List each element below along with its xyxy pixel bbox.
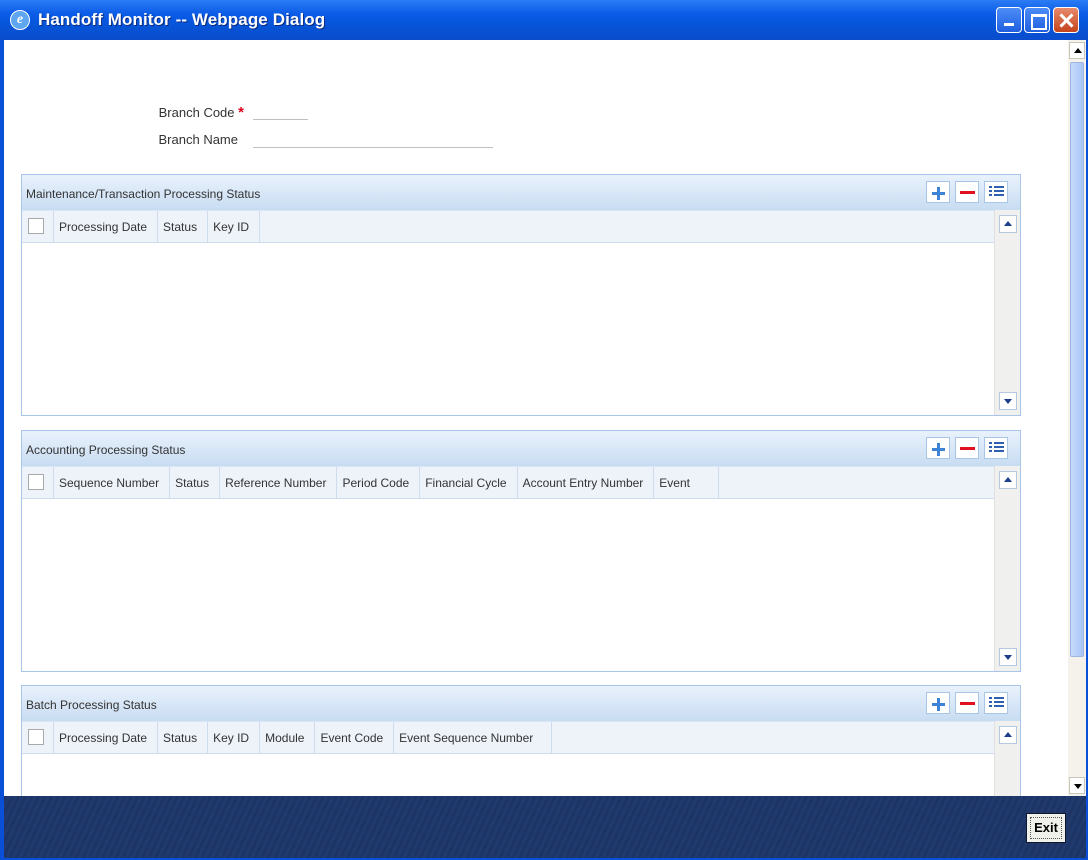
branch-code-input[interactable] [253, 102, 308, 120]
scroll-down-icon[interactable] [999, 392, 1017, 410]
column-header: Module [260, 722, 316, 754]
dialog-window: e Handoff Monitor -- Webpage Dialog Bran… [0, 0, 1088, 860]
maintenance-transaction-section: Maintenance/Transaction Processing Statu… [21, 174, 1021, 416]
close-button[interactable] [1053, 7, 1079, 33]
grid-scrollbar[interactable] [994, 466, 1020, 671]
batch-processing-section: Batch Processing Status Processing Date … [21, 685, 1021, 796]
select-all-checkbox[interactable] [22, 211, 54, 243]
delete-row-icon[interactable] [955, 692, 979, 714]
scrollbar-thumb[interactable] [1070, 62, 1084, 657]
section-title: Batch Processing Status [26, 698, 157, 712]
ie-icon: e [10, 10, 30, 30]
grid-scrollbar[interactable] [994, 210, 1020, 415]
column-header: Status [170, 467, 221, 499]
branch-code-label-group: Branch Code * [134, 104, 244, 121]
column-header: Event [654, 467, 719, 499]
accounting-processing-section: Accounting Processing Status Sequence Nu… [21, 430, 1021, 672]
section-header: Maintenance/Transaction Processing Statu… [22, 175, 1020, 210]
section-title: Accounting Processing Status [26, 443, 186, 457]
column-header: Key ID [208, 211, 261, 243]
single-view-icon[interactable] [984, 692, 1008, 714]
section-title: Maintenance/Transaction Processing Statu… [26, 187, 261, 201]
minimize-button[interactable] [996, 7, 1022, 33]
add-row-icon[interactable] [926, 692, 950, 714]
scroll-down-icon[interactable] [999, 648, 1017, 666]
grid-header: Sequence Number Status Reference Number … [22, 466, 994, 499]
scroll-up-icon[interactable] [999, 471, 1017, 489]
branch-name-input[interactable] [253, 130, 493, 148]
column-header: Key ID [208, 722, 261, 754]
column-header: Event Code [315, 722, 395, 754]
grid-header: Processing Date Status Key ID Module Eve… [22, 721, 994, 754]
maximize-button[interactable] [1024, 7, 1050, 33]
add-row-icon[interactable] [926, 437, 950, 459]
column-header: Sequence Number [54, 467, 171, 499]
scroll-up-icon[interactable] [999, 215, 1017, 233]
single-view-icon[interactable] [984, 181, 1008, 203]
column-header: Financial Cycle [420, 467, 518, 499]
scroll-up-icon[interactable] [999, 726, 1017, 744]
select-all-checkbox[interactable] [22, 722, 54, 754]
delete-row-icon[interactable] [955, 437, 979, 459]
column-header: Status [158, 722, 209, 754]
window-title: Handoff Monitor -- Webpage Dialog [38, 10, 326, 29]
exit-button[interactable]: Exit [1026, 813, 1066, 843]
add-row-icon[interactable] [926, 181, 950, 203]
section-header: Accounting Processing Status [22, 431, 1020, 466]
column-header: Account Entry Number [518, 467, 655, 499]
grid-header: Processing Date Status Key ID [22, 210, 994, 243]
column-header: Processing Date [54, 722, 159, 754]
dialog-footer: Exit [4, 796, 1086, 858]
column-header: Event Sequence Number [394, 722, 553, 754]
scroll-down-icon[interactable] [1069, 777, 1085, 794]
branch-name-label: Branch Name [158, 132, 238, 147]
dialog-content: Branch Code * Branch Name Maintenance/Tr… [4, 40, 1068, 796]
title-bar[interactable]: e Handoff Monitor -- Webpage Dialog [0, 0, 1088, 40]
delete-row-icon[interactable] [955, 181, 979, 203]
single-view-icon[interactable] [984, 437, 1008, 459]
page-scrollbar[interactable] [1068, 40, 1086, 796]
scroll-up-icon[interactable] [1069, 42, 1085, 59]
column-header: Period Code [337, 467, 421, 499]
required-marker: * [238, 104, 244, 121]
column-header: Reference Number [220, 467, 338, 499]
grid-scrollbar[interactable] [994, 721, 1020, 796]
column-header: Status [158, 211, 209, 243]
column-header: Processing Date [54, 211, 159, 243]
section-header: Batch Processing Status [22, 686, 1020, 721]
select-all-checkbox[interactable] [22, 467, 54, 499]
branch-code-label: Branch Code [158, 105, 235, 120]
